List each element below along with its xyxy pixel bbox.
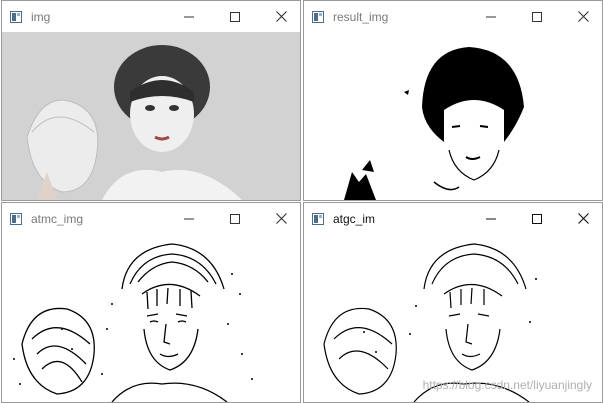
title-bar[interactable]: atmc_img — [2, 203, 300, 234]
title-bar[interactable]: result_img — [304, 1, 602, 32]
close-icon — [275, 11, 287, 22]
app-icon — [312, 10, 324, 23]
maximize-button[interactable] — [212, 1, 258, 32]
window-result-img[interactable]: result_img — [303, 0, 603, 201]
window-atmc-img[interactable]: atmc_img — [1, 202, 301, 403]
maximize-icon — [230, 213, 240, 224]
maximize-button[interactable] — [212, 203, 258, 234]
close-button[interactable] — [258, 1, 300, 32]
window-title: atgc_im — [333, 211, 376, 226]
image-canvas: https://blog.csdn.net/liyuanjingly — [304, 234, 602, 402]
minimize-icon — [184, 218, 194, 219]
close-button[interactable] — [258, 203, 300, 234]
window-img[interactable]: img — [1, 0, 301, 201]
maximize-icon — [230, 11, 240, 22]
maximize-icon — [532, 11, 542, 22]
close-icon — [275, 213, 287, 224]
app-icon — [10, 212, 22, 225]
title-bar[interactable]: img — [2, 1, 300, 32]
app-icon — [312, 212, 324, 225]
window-title: atmc_img — [31, 211, 84, 226]
title-bar[interactable]: atgc_im — [304, 203, 602, 234]
minimize-button[interactable] — [166, 1, 212, 32]
window-title: result_img — [333, 9, 389, 24]
close-icon — [577, 11, 589, 22]
minimize-icon — [184, 16, 194, 17]
window-title: img — [31, 9, 51, 24]
watermark-text: https://blog.csdn.net/liyuanjingly — [422, 378, 592, 392]
close-button[interactable] — [560, 203, 602, 234]
maximize-button[interactable] — [514, 203, 560, 234]
app-icon — [10, 10, 22, 23]
close-icon — [577, 213, 589, 224]
minimize-button[interactable] — [468, 203, 514, 234]
window-atgc-im[interactable]: atgc_im https://blog.csdn.net/liyuanjing… — [303, 202, 603, 403]
close-button[interactable] — [560, 1, 602, 32]
minimize-button[interactable] — [166, 203, 212, 234]
image-canvas — [2, 234, 300, 402]
minimize-icon — [486, 218, 496, 219]
image-canvas — [2, 32, 300, 200]
maximize-button[interactable] — [514, 1, 560, 32]
minimize-icon — [486, 16, 496, 17]
image-canvas — [304, 32, 602, 200]
minimize-button[interactable] — [468, 1, 514, 32]
maximize-icon — [532, 213, 542, 224]
